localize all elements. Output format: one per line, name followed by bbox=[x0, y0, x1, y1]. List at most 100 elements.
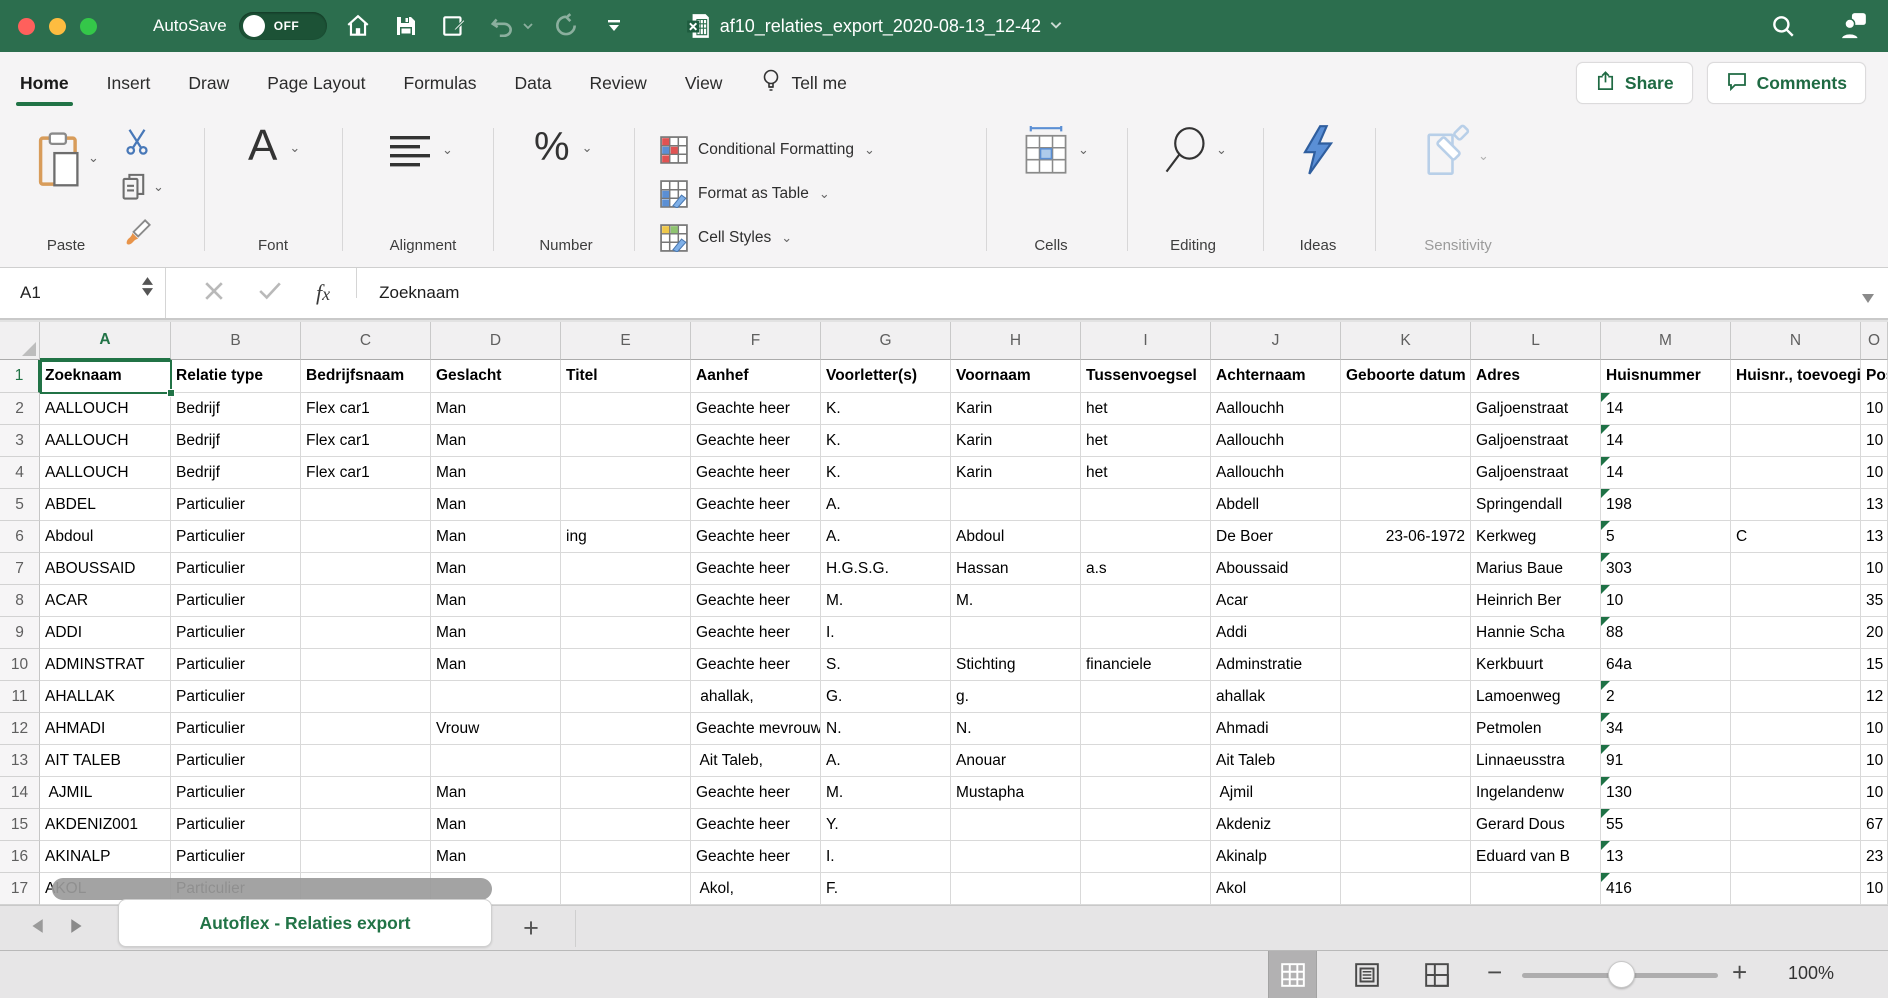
cell-E16[interactable] bbox=[561, 841, 691, 873]
cell-D6[interactable]: Man bbox=[431, 521, 561, 553]
cell-G9[interactable]: I. bbox=[821, 617, 951, 649]
cell-L17[interactable] bbox=[1471, 873, 1601, 905]
cell-C3[interactable]: Flex car1 bbox=[301, 425, 431, 457]
toolbar-options-icon[interactable] bbox=[597, 9, 631, 43]
cell-N13[interactable] bbox=[1731, 745, 1861, 777]
cell-N6[interactable]: C bbox=[1731, 521, 1861, 553]
cell-D12[interactable]: Vrouw bbox=[431, 713, 561, 745]
cell-H13[interactable]: Anouar bbox=[951, 745, 1081, 777]
cell-C6[interactable] bbox=[301, 521, 431, 553]
font-button[interactable]: A ⌄ bbox=[248, 124, 300, 168]
cell-F12[interactable]: Geachte mevrouw bbox=[691, 713, 821, 745]
cell-A4[interactable]: AALLOUCH bbox=[40, 457, 171, 489]
cell-H8[interactable]: M. bbox=[951, 585, 1081, 617]
cell-E14[interactable] bbox=[561, 777, 691, 809]
paste-button[interactable]: ⌄ bbox=[36, 132, 99, 188]
cell-H6[interactable]: Abdoul bbox=[951, 521, 1081, 553]
cell-D13[interactable] bbox=[431, 745, 561, 777]
font-chevron-icon[interactable]: ⌄ bbox=[289, 140, 300, 156]
sheet-tab-active[interactable]: Autoflex - Relaties export bbox=[118, 899, 492, 947]
cell-H3[interactable]: Karin bbox=[951, 425, 1081, 457]
cell-E7[interactable] bbox=[561, 553, 691, 585]
cell-F16[interactable]: Geachte heer bbox=[691, 841, 821, 873]
cell-A16[interactable]: AKINALP bbox=[40, 841, 171, 873]
cell-B4[interactable]: Bedrijf bbox=[171, 457, 301, 489]
cell-K12[interactable] bbox=[1341, 713, 1471, 745]
row-header-7[interactable]: 7 bbox=[0, 553, 40, 585]
col-header-M[interactable]: M bbox=[1601, 322, 1731, 360]
cell-K11[interactable] bbox=[1341, 681, 1471, 713]
cell-F17[interactable]: Akol, bbox=[691, 873, 821, 905]
ideas-button[interactable] bbox=[1296, 124, 1340, 176]
document-title[interactable]: af10_relaties_export_2020-08-13_12-42 bbox=[720, 16, 1041, 37]
row-header-4[interactable]: 4 bbox=[0, 457, 40, 489]
cell-J10[interactable]: Adminstratie bbox=[1211, 649, 1341, 681]
page-break-view-button[interactable] bbox=[1412, 951, 1461, 998]
cell-B13[interactable]: Particulier bbox=[171, 745, 301, 777]
cell-G7[interactable]: H.G.S.G. bbox=[821, 553, 951, 585]
col-header-G[interactable]: G bbox=[821, 322, 951, 360]
cell-I17[interactable] bbox=[1081, 873, 1211, 905]
cell-O5[interactable]: 13 bbox=[1861, 489, 1888, 521]
zoom-out-button[interactable]: − bbox=[1487, 957, 1502, 988]
cell-J11[interactable]: ahallak bbox=[1211, 681, 1341, 713]
cell-C5[interactable] bbox=[301, 489, 431, 521]
cell-G15[interactable]: Y. bbox=[821, 809, 951, 841]
row-header-9[interactable]: 9 bbox=[0, 617, 40, 649]
cell-D16[interactable]: Man bbox=[431, 841, 561, 873]
cell-M7[interactable]: 303 bbox=[1601, 553, 1731, 585]
cell-G10[interactable]: S. bbox=[821, 649, 951, 681]
cell-O12[interactable]: 10 bbox=[1861, 713, 1888, 745]
col-header-L[interactable]: L bbox=[1471, 322, 1601, 360]
cell-F10[interactable]: Geachte heer bbox=[691, 649, 821, 681]
cells-chevron-icon[interactable]: ⌄ bbox=[1078, 142, 1089, 158]
number-button[interactable]: % ⌄ bbox=[534, 124, 592, 170]
format-as-table-button[interactable]: Format as Table ⌄ bbox=[660, 180, 830, 208]
cell-C7[interactable] bbox=[301, 553, 431, 585]
cell-C14[interactable] bbox=[301, 777, 431, 809]
sensitivity-button[interactable]: ⌄ bbox=[1420, 124, 1489, 178]
col-header-F[interactable]: F bbox=[691, 322, 821, 360]
cell-O2[interactable]: 10 bbox=[1861, 393, 1888, 425]
cell-E8[interactable] bbox=[561, 585, 691, 617]
cell-O13[interactable]: 10 bbox=[1861, 745, 1888, 777]
cell-F13[interactable]: Ait Taleb, bbox=[691, 745, 821, 777]
cell-D14[interactable]: Man bbox=[431, 777, 561, 809]
col-header-D[interactable]: D bbox=[431, 322, 561, 360]
cell-M11[interactable]: 2 bbox=[1601, 681, 1731, 713]
cell-C12[interactable] bbox=[301, 713, 431, 745]
cell-J1[interactable]: Achternaam bbox=[1211, 360, 1341, 393]
cut-button[interactable] bbox=[122, 126, 152, 161]
cell-G1[interactable]: Voorletter(s) bbox=[821, 360, 951, 393]
cell-H5[interactable] bbox=[951, 489, 1081, 521]
cell-C15[interactable] bbox=[301, 809, 431, 841]
conditional-formatting-chevron-icon[interactable]: ⌄ bbox=[864, 142, 875, 158]
row-header-6[interactable]: 6 bbox=[0, 521, 40, 553]
cell-O15[interactable]: 67 bbox=[1861, 809, 1888, 841]
ribbon-tab-draw[interactable]: Draw bbox=[188, 73, 229, 94]
cell-K4[interactable] bbox=[1341, 457, 1471, 489]
editing-button[interactable]: ⌄ bbox=[1160, 126, 1227, 176]
cell-N17[interactable] bbox=[1731, 873, 1861, 905]
cells-button[interactable]: ⌄ bbox=[1022, 126, 1089, 176]
title-chevron-icon[interactable] bbox=[1049, 16, 1063, 37]
cell-L4[interactable]: Galjoenstraat bbox=[1471, 457, 1601, 489]
redo-icon[interactable] bbox=[549, 9, 583, 43]
row-header-3[interactable]: 3 bbox=[0, 425, 40, 457]
cell-F15[interactable]: Geachte heer bbox=[691, 809, 821, 841]
cell-K13[interactable] bbox=[1341, 745, 1471, 777]
cell-J7[interactable]: Aboussaid bbox=[1211, 553, 1341, 585]
cell-F3[interactable]: Geachte heer bbox=[691, 425, 821, 457]
cell-L6[interactable]: Kerkweg bbox=[1471, 521, 1601, 553]
cell-M9[interactable]: 88 bbox=[1601, 617, 1731, 649]
cell-L14[interactable]: Ingelandenw bbox=[1471, 777, 1601, 809]
cell-J13[interactable]: Ait Taleb bbox=[1211, 745, 1341, 777]
ribbon-tab-home[interactable]: Home bbox=[20, 73, 69, 94]
cell-M14[interactable]: 130 bbox=[1601, 777, 1731, 809]
cell-A14[interactable]: AJMIL bbox=[40, 777, 171, 809]
cell-N1[interactable]: Huisnr., toevoeging bbox=[1731, 360, 1861, 393]
alignment-chevron-icon[interactable]: ⌄ bbox=[442, 142, 453, 158]
cell-O10[interactable]: 15 bbox=[1861, 649, 1888, 681]
cell-K9[interactable] bbox=[1341, 617, 1471, 649]
cell-N8[interactable] bbox=[1731, 585, 1861, 617]
